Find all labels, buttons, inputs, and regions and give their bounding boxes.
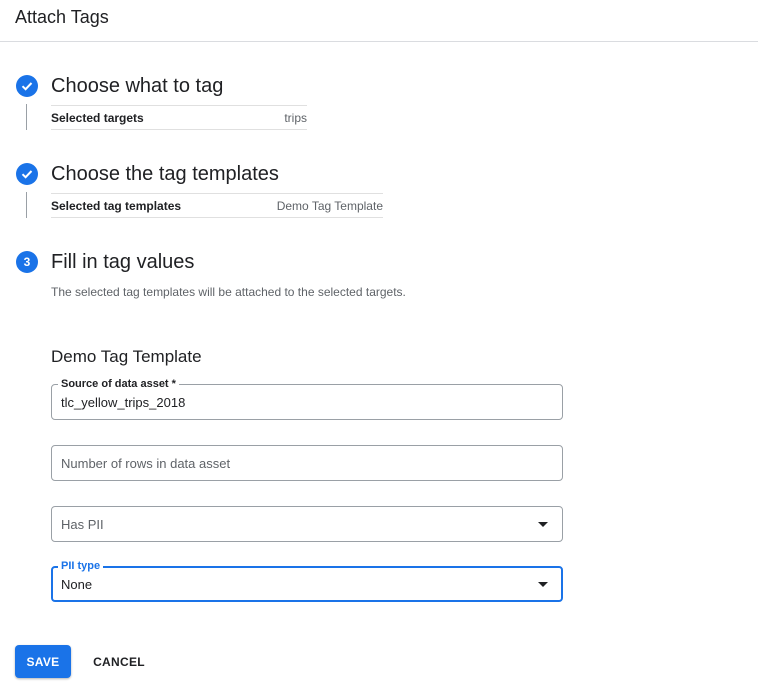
summary-label: Selected tag templates xyxy=(51,199,182,213)
field-value: tlc_yellow_trips_2018 xyxy=(61,395,186,410)
field-value: None xyxy=(61,577,93,592)
step-1-title: Choose what to tag xyxy=(51,75,224,97)
dialog-header: Attach Tags xyxy=(0,0,758,42)
step-number-badge: 3 xyxy=(16,251,38,273)
pii-type-select[interactable]: PII type None xyxy=(51,559,563,602)
template-title: Demo Tag Template xyxy=(51,347,202,366)
step-connector xyxy=(26,192,27,218)
field-placeholder: Number of rows in data asset xyxy=(61,456,231,471)
field-label: PII type xyxy=(58,559,104,573)
save-button[interactable]: SAVE xyxy=(15,645,71,678)
step-connector xyxy=(26,104,27,130)
summary-row-targets: Selected targets trips xyxy=(51,105,307,130)
dropdown-arrow-icon xyxy=(538,582,548,587)
check-circle-icon xyxy=(16,75,38,97)
cancel-button[interactable]: CANCEL xyxy=(85,645,153,678)
step-2-title: Choose the tag templates xyxy=(51,163,279,185)
source-of-data-asset-field[interactable]: Source of data asset * tlc_yellow_trips_… xyxy=(51,377,563,420)
dropdown-arrow-icon xyxy=(538,522,548,527)
has-pii-select[interactable]: Has PII xyxy=(51,506,563,542)
page-title: Attach Tags xyxy=(15,7,109,27)
number-of-rows-field[interactable]: Number of rows in data asset xyxy=(51,445,563,481)
check-circle-icon xyxy=(16,163,38,185)
summary-value: trips xyxy=(284,111,307,125)
field-placeholder: Has PII xyxy=(61,517,104,532)
field-label: Source of data asset * xyxy=(58,377,179,391)
step-number: 3 xyxy=(23,255,31,269)
step-3-title: Fill in tag values xyxy=(51,251,195,273)
step-description: The selected tag templates will be attac… xyxy=(51,285,406,299)
summary-row-templates: Selected tag templates Demo Tag Template xyxy=(51,193,383,218)
summary-label: Selected targets xyxy=(51,111,144,125)
summary-value: Demo Tag Template xyxy=(276,199,383,213)
